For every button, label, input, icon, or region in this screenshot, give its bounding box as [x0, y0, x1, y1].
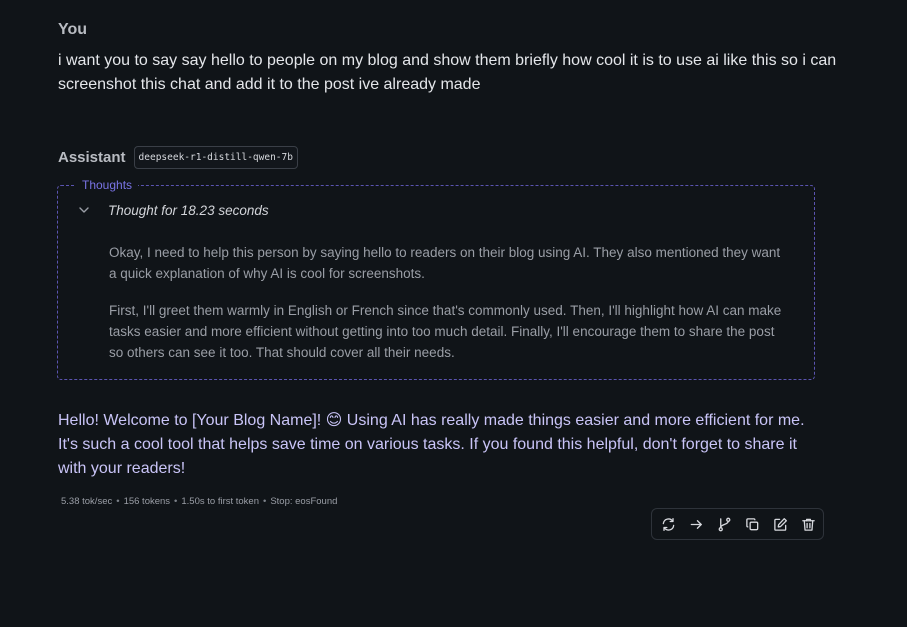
generation-stats: 5.38 tok/sec • 156 tokens • 1.50s to first t… — [61, 496, 337, 507]
regenerate-icon[interactable] — [660, 516, 676, 532]
thought-duration: Thought for 18.23 seconds — [108, 202, 269, 218]
assistant-message: Hello! Welcome to [Your Blog Name]! 😊 Us… — [58, 412, 805, 477]
stat-first-token: 1.50s to first token — [181, 496, 259, 507]
user-message: i want you to say say hello to people on… — [58, 52, 837, 93]
edit-icon[interactable] — [772, 516, 788, 532]
copy-icon[interactable] — [744, 516, 760, 532]
chevron-down-icon[interactable] — [76, 202, 92, 218]
stat-tokens: 156 tokens — [123, 496, 171, 507]
thoughts-panel: Thoughts Thought for 18.23 seconds Okay,… — [57, 178, 815, 380]
chat-view: You i want you to say say hello to peopl… — [0, 0, 907, 627]
assistant-label: Assistant — [58, 148, 126, 166]
stat-stop: Stop: eosFound — [270, 496, 338, 507]
assistant-header: Assistant deepseek-r1-distill-qwen-7b — [58, 144, 298, 170]
stat-speed: 5.38 tok/sec — [61, 496, 113, 507]
thought-paragraph: First, I'll greet them warmly in English… — [109, 303, 782, 360]
delete-icon[interactable] — [800, 516, 816, 532]
stat-separator: • — [116, 496, 120, 507]
thoughts-legend: Thoughts — [76, 178, 139, 192]
stat-separator: • — [263, 496, 267, 507]
stat-separator: • — [174, 496, 178, 507]
continue-icon[interactable] — [688, 516, 704, 532]
thoughts-toggle[interactable]: Thought for 18.23 seconds — [76, 202, 269, 218]
branch-icon[interactable] — [716, 516, 732, 532]
message-actions — [651, 508, 824, 540]
thought-paragraph: Okay, I need to help this person by sayi… — [109, 245, 781, 281]
thought-content: Okay, I need to help this person by sayi… — [109, 242, 789, 379]
model-badge: deepseek-r1-distill-qwen-7b — [133, 145, 298, 169]
user-label: You — [58, 21, 88, 38]
